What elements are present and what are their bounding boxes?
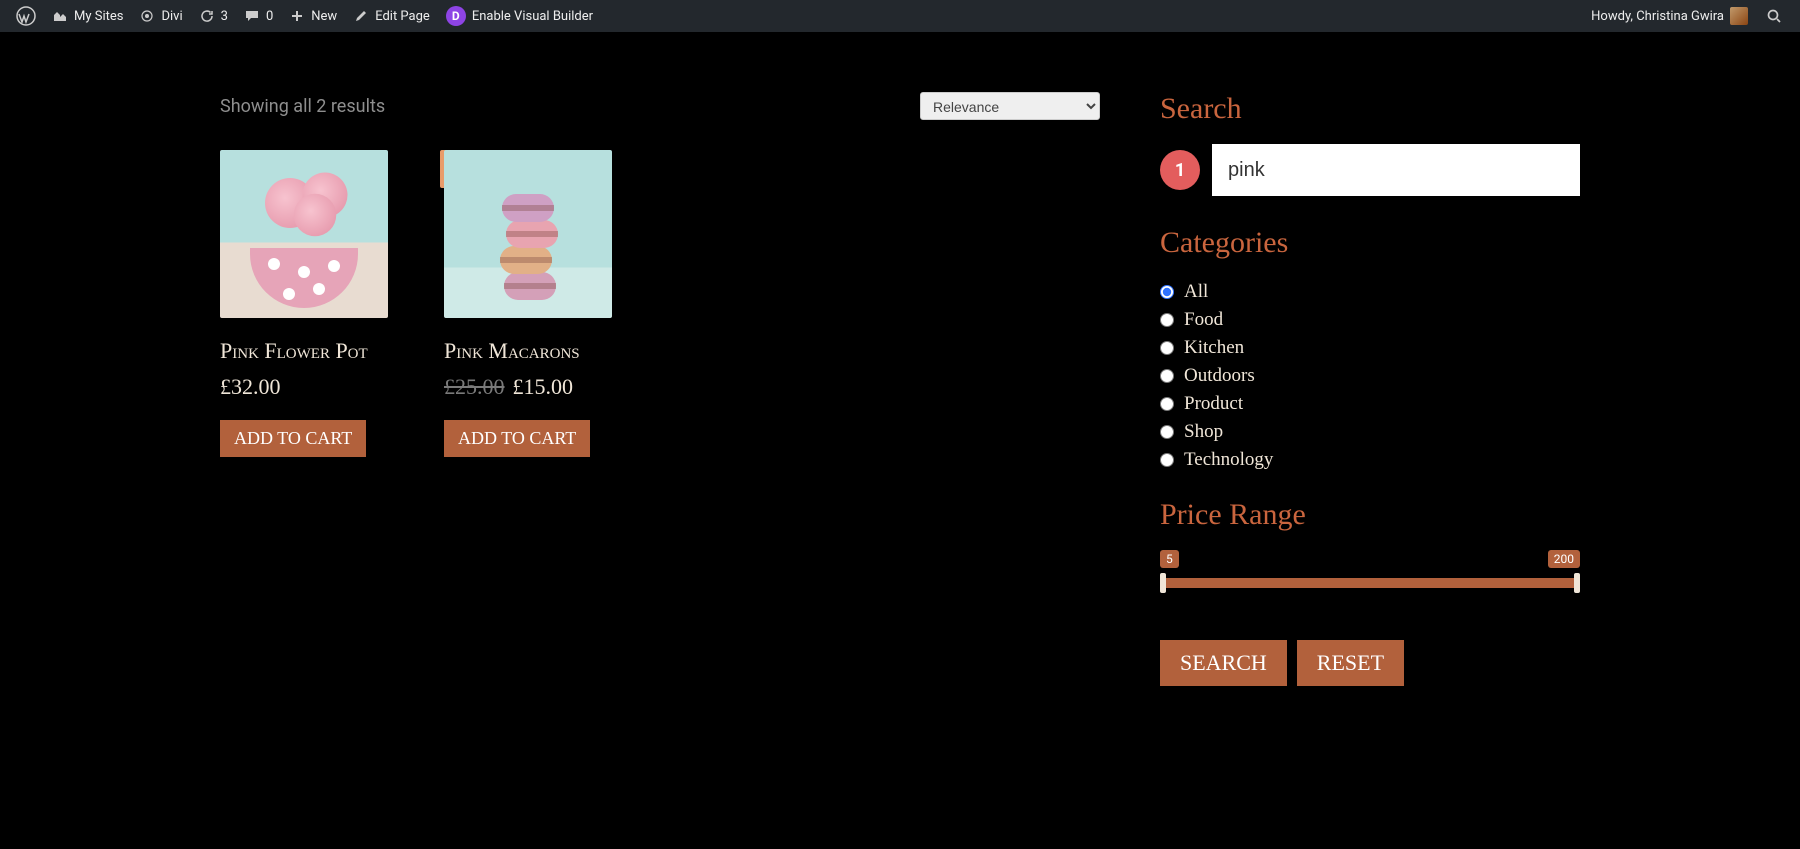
page-content: Showing all 2 results Relevance Pink Flo… (0, 32, 1800, 849)
site-link[interactable]: Divi (131, 0, 190, 32)
pencil-icon (353, 8, 369, 24)
product-title: Pink Macarons (444, 338, 580, 364)
slider-handle-min[interactable] (1160, 573, 1166, 593)
divi-icon: D (446, 6, 466, 26)
category-option-technology[interactable]: Technology (1160, 446, 1580, 474)
results-bar: Showing all 2 results Relevance (220, 92, 1100, 120)
add-to-cart-button[interactable]: ADD TO CART (444, 420, 590, 457)
sidebar: Search 1 Categories All Food Kitchen Out… (1160, 92, 1580, 809)
category-option-outdoors[interactable]: Outdoors (1160, 362, 1580, 390)
comments-count: 0 (266, 9, 273, 24)
howdy-label: Howdy, Christina Gwira (1591, 9, 1724, 24)
category-list: All Food Kitchen Outdoors Product Shop T… (1160, 278, 1580, 474)
edit-page-label: Edit Page (375, 9, 430, 24)
wordpress-icon (16, 6, 36, 26)
product-price: £32.00 (220, 374, 281, 400)
results-count: Showing all 2 results (220, 96, 385, 117)
search-input[interactable] (1212, 144, 1580, 196)
slider-track[interactable] (1160, 578, 1580, 588)
price-max-label: 200 (1548, 550, 1580, 568)
refresh-icon (199, 8, 215, 24)
search-icon (1764, 6, 1784, 26)
edit-page-link[interactable]: Edit Page (345, 0, 438, 32)
category-option-shop[interactable]: Shop (1160, 418, 1580, 446)
product-image (444, 150, 612, 318)
search-button[interactable]: SEARCH (1160, 640, 1287, 686)
wp-logo[interactable] (8, 0, 44, 32)
new-label: New (311, 9, 337, 24)
product-card[interactable]: Pink Flower Pot £32.00 ADD TO CART (220, 150, 388, 457)
avatar (1730, 7, 1748, 25)
product-image (220, 150, 388, 318)
price-slider[interactable]: 5 200 (1160, 550, 1580, 600)
category-option-kitchen[interactable]: Kitchen (1160, 334, 1580, 362)
step-badge: 1 (1160, 150, 1200, 190)
category-option-all[interactable]: All (1160, 278, 1580, 306)
product-title: Pink Flower Pot (220, 338, 368, 364)
my-sites-label: My Sites (74, 9, 123, 24)
multisite-icon (52, 8, 68, 24)
price-range-heading: Price Range (1160, 498, 1580, 532)
updates-link[interactable]: 3 (191, 0, 236, 32)
sort-select[interactable]: Relevance (920, 92, 1100, 120)
category-option-food[interactable]: Food (1160, 306, 1580, 334)
wp-admin-bar: My Sites Divi 3 0 New Edit Page D Enable… (0, 0, 1800, 32)
search-heading: Search (1160, 92, 1580, 126)
product-grid: Pink Flower Pot £32.00 ADD TO CART Sale!… (220, 150, 1100, 457)
updates-count: 3 (221, 9, 228, 24)
reset-button[interactable]: RESET (1297, 640, 1404, 686)
price-min-label: 5 (1160, 550, 1179, 568)
add-to-cart-button[interactable]: ADD TO CART (220, 420, 366, 457)
my-sites-link[interactable]: My Sites (44, 0, 131, 32)
plus-icon (289, 8, 305, 24)
slider-handle-max[interactable] (1574, 573, 1580, 593)
new-link[interactable]: New (281, 0, 345, 32)
account-link[interactable]: Howdy, Christina Gwira (1583, 0, 1756, 32)
product-price: £25.00 £15.00 (444, 374, 573, 400)
site-name-label: Divi (161, 9, 182, 24)
product-card[interactable]: Sale! Pink Macarons £25.00 £15.00 ADD TO… (444, 150, 612, 457)
enable-vb-label: Enable Visual Builder (472, 9, 593, 24)
adminbar-search[interactable] (1756, 0, 1792, 32)
comments-link[interactable]: 0 (236, 0, 281, 32)
enable-visual-builder-link[interactable]: D Enable Visual Builder (438, 0, 601, 32)
categories-heading: Categories (1160, 226, 1580, 260)
site-icon (139, 8, 155, 24)
main-column: Showing all 2 results Relevance Pink Flo… (220, 92, 1100, 809)
category-option-product[interactable]: Product (1160, 390, 1580, 418)
comment-icon (244, 8, 260, 24)
